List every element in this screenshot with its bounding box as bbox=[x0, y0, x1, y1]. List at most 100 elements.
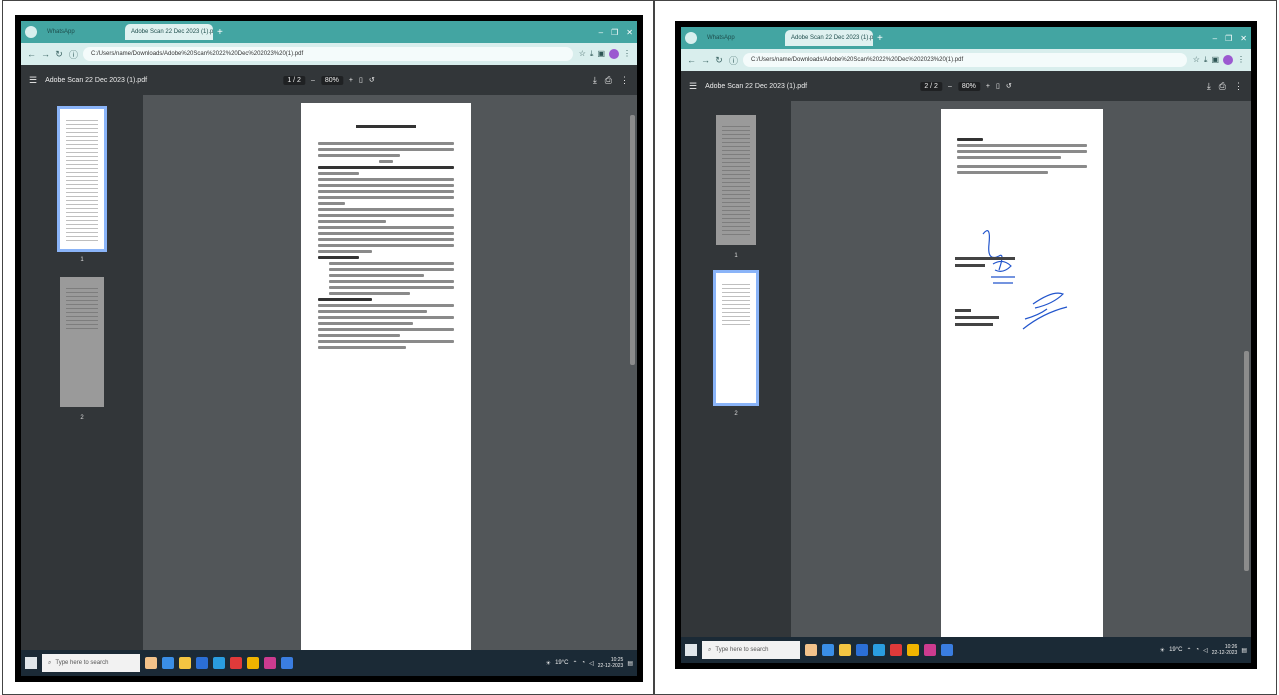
more-icon[interactable]: ⋮ bbox=[620, 75, 629, 86]
scrollbar[interactable] bbox=[1244, 351, 1249, 571]
scrollbar[interactable] bbox=[630, 115, 635, 365]
print-icon[interactable]: ⎙ bbox=[1219, 81, 1226, 92]
mail-icon[interactable] bbox=[873, 644, 885, 656]
document-area[interactable] bbox=[791, 101, 1251, 637]
tab-pdf[interactable]: Adobe Scan 22 Dec 2023 (1).pdf bbox=[125, 24, 213, 40]
close-button[interactable]: ✕ bbox=[626, 28, 633, 37]
new-tab-button[interactable]: + bbox=[217, 27, 229, 38]
tab-whatsapp[interactable]: WhatsApp bbox=[41, 24, 121, 40]
zoom-out-button[interactable]: – bbox=[311, 77, 315, 84]
chrome-icon[interactable] bbox=[247, 657, 259, 669]
forward-icon[interactable]: → bbox=[701, 55, 710, 65]
app-icon[interactable] bbox=[890, 644, 902, 656]
more-icon[interactable]: ⋮ bbox=[1234, 81, 1243, 92]
maximize-button[interactable]: ❐ bbox=[611, 28, 618, 37]
url-field[interactable]: C:/Users/name/Downloads/Adobe%20Scan%202… bbox=[743, 53, 1187, 67]
taskbar-search[interactable]: ⌕ Type here to search bbox=[42, 654, 140, 672]
cortana-icon[interactable] bbox=[145, 657, 157, 669]
volume-icon[interactable]: ◁ bbox=[589, 660, 594, 667]
thumbnail-page-2[interactable] bbox=[60, 277, 104, 407]
rotate-icon[interactable]: ↺ bbox=[1006, 82, 1012, 90]
store-icon[interactable] bbox=[856, 644, 868, 656]
minimize-button[interactable]: – bbox=[1213, 34, 1217, 43]
menu-icon[interactable]: ☰ bbox=[689, 81, 697, 92]
reload-icon[interactable]: ↻ bbox=[55, 49, 63, 60]
mail-icon[interactable] bbox=[213, 657, 225, 669]
download-icon[interactable]: ⤓ bbox=[1204, 55, 1208, 65]
close-button[interactable]: ✕ bbox=[1240, 34, 1247, 43]
download-icon[interactable]: ⤓ bbox=[593, 75, 597, 86]
profile-icon[interactable] bbox=[1223, 55, 1233, 65]
wifi-icon[interactable]: ◔ bbox=[1196, 647, 1200, 653]
weather-icon[interactable]: ☀ bbox=[1160, 647, 1165, 654]
thumbnail-page-1[interactable] bbox=[716, 115, 756, 245]
profile-icon[interactable] bbox=[609, 49, 619, 59]
document-area[interactable] bbox=[143, 95, 637, 650]
app-icon[interactable] bbox=[230, 657, 242, 669]
store-icon[interactable] bbox=[196, 657, 208, 669]
volume-icon[interactable]: ◁ bbox=[1203, 647, 1208, 654]
taskbar-search[interactable]: ⌕ Type here to search bbox=[702, 641, 800, 659]
info-icon[interactable]: ⓘ bbox=[69, 48, 78, 61]
zoom-in-button[interactable]: + bbox=[349, 77, 353, 84]
zoom-level[interactable]: 80% bbox=[320, 75, 343, 85]
fit-page-icon[interactable]: ▯ bbox=[359, 76, 363, 84]
download-icon[interactable]: ⤓ bbox=[590, 49, 594, 59]
app-icon[interactable] bbox=[281, 657, 293, 669]
page-indicator[interactable]: 1 / 2 bbox=[283, 75, 305, 85]
clock[interactable]: 10:26 22-12-2023 bbox=[1212, 644, 1238, 656]
rotate-icon[interactable]: ↺ bbox=[369, 76, 375, 84]
pdf-toolbar-right: ⤓ ⎙ ⋮ bbox=[1207, 81, 1243, 92]
tab-whatsapp[interactable]: WhatsApp bbox=[701, 30, 781, 46]
more-icon[interactable]: ⋮ bbox=[623, 49, 631, 59]
weather-icon[interactable]: ☀ bbox=[546, 660, 551, 667]
clock[interactable]: 10:25 22-12-2023 bbox=[598, 657, 624, 669]
edge-icon[interactable] bbox=[162, 657, 174, 669]
star-icon[interactable]: ☆ bbox=[579, 49, 586, 59]
windows-start-icon[interactable] bbox=[685, 644, 697, 656]
fit-page-icon[interactable]: ▯ bbox=[996, 82, 1000, 90]
tab-search-icon[interactable] bbox=[25, 26, 37, 38]
tray-arrows-icon[interactable]: ⌃ bbox=[1186, 647, 1191, 654]
minimize-button[interactable]: – bbox=[599, 28, 603, 37]
zoom-in-button[interactable]: + bbox=[986, 83, 990, 90]
zoom-level[interactable]: 80% bbox=[957, 81, 980, 91]
download-icon[interactable]: ⤓ bbox=[1207, 81, 1211, 92]
info-icon[interactable]: ⓘ bbox=[729, 54, 738, 67]
back-icon[interactable]: ← bbox=[687, 55, 696, 65]
app-icon[interactable] bbox=[941, 644, 953, 656]
thumbnail-sidebar: 1 2 bbox=[21, 95, 143, 650]
browser-window: WhatsApp Adobe Scan 22 Dec 2023 (1).pdf … bbox=[681, 27, 1251, 663]
menu-icon[interactable]: ☰ bbox=[29, 75, 37, 86]
page-indicator[interactable]: 2 / 2 bbox=[920, 81, 942, 91]
zoom-out-button[interactable]: – bbox=[948, 83, 952, 90]
thumbnail-page-1[interactable] bbox=[57, 106, 107, 252]
new-tab-button[interactable]: + bbox=[877, 33, 889, 44]
more-icon[interactable]: ⋮ bbox=[1237, 55, 1245, 65]
forward-icon[interactable]: → bbox=[41, 49, 50, 59]
file-explorer-icon[interactable] bbox=[179, 657, 191, 669]
reload-icon[interactable]: ↻ bbox=[715, 55, 723, 66]
tray-arrows-icon[interactable]: ⌃ bbox=[572, 660, 577, 667]
print-icon[interactable]: ⎙ bbox=[605, 75, 612, 86]
cortana-icon[interactable] bbox=[805, 644, 817, 656]
maximize-button[interactable]: ❐ bbox=[1225, 34, 1232, 43]
address-actions: ☆ ⤓ ▣ ⋮ bbox=[579, 49, 631, 59]
url-field[interactable]: C:/Users/name/Downloads/Adobe%20Scan%202… bbox=[83, 47, 573, 61]
notification-icon[interactable]: ▤ bbox=[1241, 647, 1247, 654]
tab-search-icon[interactable] bbox=[685, 32, 697, 44]
star-icon[interactable]: ☆ bbox=[1193, 55, 1200, 65]
extensions-icon[interactable]: ▣ bbox=[597, 49, 605, 59]
app-icon[interactable] bbox=[264, 657, 276, 669]
extensions-icon[interactable]: ▣ bbox=[1211, 55, 1219, 65]
notification-icon[interactable]: ▤ bbox=[627, 660, 633, 667]
windows-start-icon[interactable] bbox=[25, 657, 37, 669]
file-explorer-icon[interactable] bbox=[839, 644, 851, 656]
back-icon[interactable]: ← bbox=[27, 49, 36, 59]
app-icon[interactable] bbox=[924, 644, 936, 656]
tab-pdf[interactable]: Adobe Scan 22 Dec 2023 (1).pdf bbox=[785, 30, 873, 46]
chrome-icon[interactable] bbox=[907, 644, 919, 656]
wifi-icon[interactable]: ◔ bbox=[582, 660, 586, 666]
edge-icon[interactable] bbox=[822, 644, 834, 656]
thumbnail-page-2[interactable] bbox=[713, 270, 759, 406]
